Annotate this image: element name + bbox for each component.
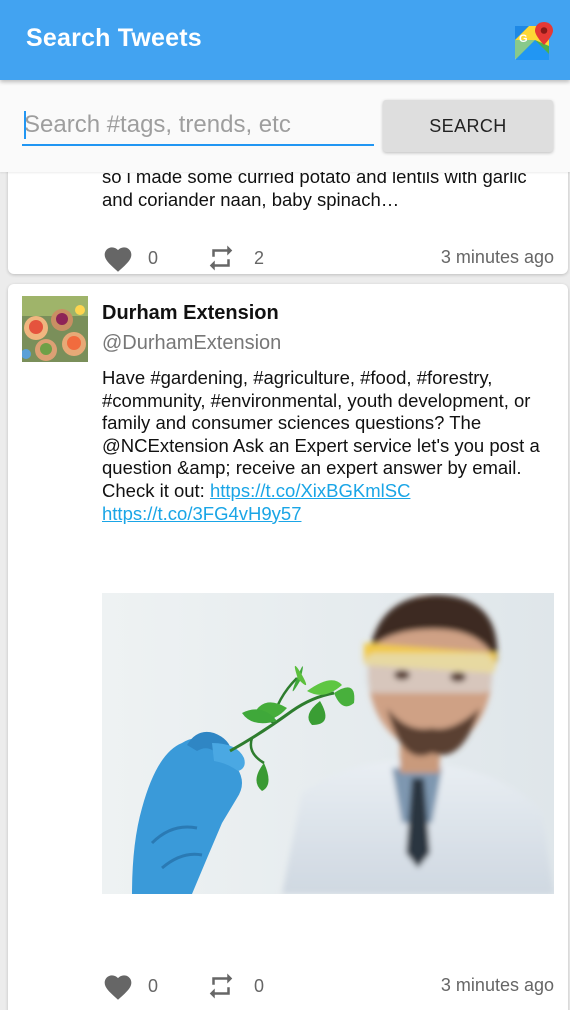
like-count: 0: [148, 247, 159, 268]
retweet-button[interactable]: 0: [206, 970, 264, 1002]
google-maps-icon[interactable]: G: [515, 20, 555, 60]
svg-text:G: G: [519, 33, 528, 45]
tweet-actions: 0 2 3 minutes ago: [102, 242, 554, 274]
text-cursor: [24, 111, 26, 139]
avatar[interactable]: [22, 296, 88, 362]
tweet-card[interactable]: Durham Extension @DurhamExtension Have #…: [8, 284, 568, 1010]
tweet-timestamp: 3 minutes ago: [440, 247, 554, 267]
like-count: 0: [148, 975, 159, 996]
tweet-feed[interactable]: so i made some curried potato and lentil…: [0, 172, 570, 1010]
search-input[interactable]: [22, 106, 374, 146]
app-root: Search Tweets G SEARCH so i made some cu…: [0, 0, 570, 1010]
tweet-text: Have #gardening, #agriculture, #food, #f…: [102, 367, 562, 525]
retweet-icon: [206, 971, 236, 1001]
tweet-link[interactable]: https://t.co/3FG4vH9y57: [102, 503, 301, 524]
heart-icon: [102, 971, 134, 1001]
tweet-card[interactable]: so i made some curried potato and lentil…: [8, 172, 568, 274]
tweet-link[interactable]: https://t.co/XixBGKmlSC: [210, 480, 410, 501]
heart-icon: [102, 243, 134, 273]
like-button[interactable]: 0: [102, 970, 158, 1002]
retweet-icon: [206, 243, 236, 273]
retweet-button[interactable]: 2: [206, 242, 264, 274]
tweet-media-image[interactable]: [102, 593, 554, 894]
app-bar: Search Tweets G: [0, 0, 570, 80]
retweet-count: 0: [254, 975, 265, 996]
author-handle: @DurhamExtension: [102, 332, 282, 354]
tweet-actions: 0 0 3 minutes ago: [102, 970, 554, 1002]
retweet-count: 2: [254, 247, 265, 268]
tweet-timestamp: 3 minutes ago: [440, 975, 554, 995]
tweet-text: so i made some curried potato and lentil…: [102, 172, 527, 210]
like-button[interactable]: 0: [102, 242, 158, 274]
search-button[interactable]: SEARCH: [383, 100, 553, 152]
app-title: Search Tweets: [26, 24, 202, 52]
author-name: Durham Extension: [102, 302, 279, 324]
